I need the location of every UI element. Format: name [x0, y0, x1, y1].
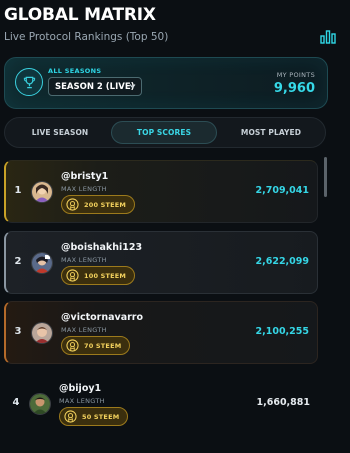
season-select-value: SEASON 2 (LIVE) — [55, 81, 135, 92]
my-points-label: MY POINTS — [276, 71, 315, 79]
leaderboard-row[interactable]: 4 @bijoy1 MAX LENGTH 50 STEEM 1,660,881 — [4, 373, 318, 436]
rank-number: 3 — [14, 326, 22, 337]
leaderboard-row[interactable]: 1 @bristy1 MAX LENGTH 200 STEEM 2,709,04… — [4, 160, 318, 223]
avatar — [31, 322, 53, 344]
chevron-down-icon — [129, 84, 136, 89]
reward-badge: 50 STEEM — [59, 407, 129, 426]
leaderboard-row[interactable]: 2 @boishakhi123 MAX LENGTH 100 STEEM 2,6… — [4, 231, 318, 294]
medal-icon — [66, 339, 79, 352]
avatar — [31, 181, 53, 203]
tab-live-season[interactable]: LIVE SEASON — [11, 121, 109, 144]
ranking-tabs: LIVE SEASON TOP SCORES MOST PLAYED — [4, 117, 326, 148]
reward-text: 70 STEEM — [84, 341, 122, 350]
page-header: GLOBAL MATRIX Live Protocol Rankings (To… — [4, 4, 344, 48]
tab-most-played[interactable]: MOST PLAYED — [219, 121, 323, 144]
season-label: ALL SEASONS — [48, 67, 102, 75]
metric-label: MAX LENGTH — [59, 397, 105, 405]
rank-number: 2 — [14, 256, 22, 267]
score-value: 2,709,041 — [255, 185, 310, 196]
page-subtitle: Live Protocol Rankings (Top 50) — [4, 31, 169, 43]
medal-icon — [66, 269, 79, 282]
username: @bristy1 — [61, 171, 109, 182]
reward-badge: 100 STEEM — [61, 266, 136, 285]
medal-icon — [66, 198, 79, 211]
reward-text: 200 STEEM — [84, 200, 127, 209]
page-title: GLOBAL MATRIX — [4, 5, 156, 25]
avatar — [29, 393, 51, 415]
trophy-icon — [15, 68, 43, 96]
leaderboard-row[interactable]: 3 @victornavarro MAX LENGTH 70 STEEM 2,1… — [4, 301, 318, 364]
username: @victornavarro — [61, 312, 144, 323]
medal-icon — [64, 410, 77, 423]
reward-text: 50 STEEM — [82, 412, 120, 421]
metric-label: MAX LENGTH — [61, 185, 107, 193]
metric-label: MAX LENGTH — [61, 326, 107, 334]
username: @bijoy1 — [59, 383, 102, 394]
rank-number: 4 — [12, 397, 20, 408]
season-card: ALL SEASONS SEASON 2 (LIVE) MY POINTS 9,… — [4, 57, 328, 109]
bar-chart-icon[interactable] — [320, 30, 336, 44]
score-value: 1,660,881 — [256, 397, 311, 408]
metric-label: MAX LENGTH — [61, 256, 107, 264]
my-points-value: 9,960 — [273, 81, 315, 96]
username: @boishakhi123 — [61, 242, 143, 253]
reward-badge: 70 STEEM — [61, 336, 131, 355]
score-value: 2,622,099 — [255, 256, 310, 267]
rank-number: 1 — [14, 185, 22, 196]
tab-top-scores[interactable]: TOP SCORES — [111, 121, 217, 144]
season-select[interactable]: SEASON 2 (LIVE) — [48, 77, 142, 96]
scrollbar-thumb[interactable] — [324, 157, 327, 197]
score-value: 2,100,255 — [255, 326, 310, 337]
avatar — [31, 252, 53, 274]
reward-badge: 200 STEEM — [61, 195, 136, 214]
reward-text: 100 STEEM — [84, 271, 127, 280]
